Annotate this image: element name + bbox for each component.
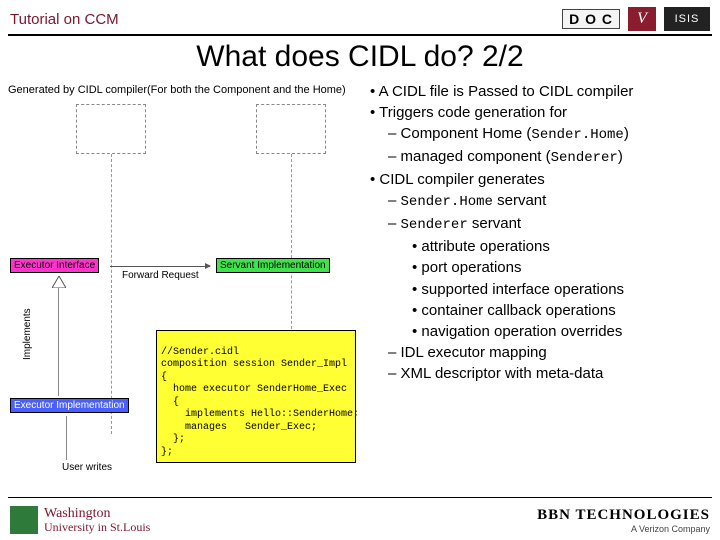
bullet-3b-post: servant: [468, 215, 521, 232]
vanderbilt-logo-icon: V: [628, 7, 656, 31]
bullet-3b4: container callback operations: [366, 301, 712, 320]
wustl-logo: Washington University in St.Louis: [10, 506, 150, 534]
bullet-2a-post: ): [624, 125, 629, 142]
bullet-1: A CIDL file is Passed to CIDL compiler: [366, 82, 712, 101]
bullet-2a-code: Sender.Home: [531, 127, 623, 143]
diagram-region: Generated by CIDL compiler(For both the …: [6, 80, 368, 500]
bullet-3b-code: Senderer: [401, 217, 468, 233]
forward-request-label: Forward Request: [122, 270, 199, 281]
doc-logo-icon: D O C: [562, 9, 620, 29]
generated-label: Generated by CIDL compiler(For both the …: [8, 84, 346, 96]
cidl-line-3: home executor SenderHome_Exec: [161, 384, 347, 395]
cidl-line-1: composition session Sender_Impl: [161, 359, 347, 370]
executor-implementation-box: Executor Implementation: [10, 398, 129, 413]
bullet-3b5: navigation operation overrides: [366, 322, 712, 341]
servant-implementation-box: Servant Implementation: [216, 258, 330, 273]
cidl-line-8: };: [161, 447, 173, 458]
footer-rule: [8, 497, 712, 498]
inheritance-triangle-icon: [52, 276, 66, 288]
bullet-2b-post: ): [618, 148, 623, 165]
bullet-3b3: supported interface operations: [366, 280, 712, 299]
user-writes-line: [66, 416, 67, 460]
executor-interface-box: Executor Interface: [10, 258, 99, 273]
wustl-text: Washington University in St.Louis: [44, 507, 150, 533]
lifeline-right: [291, 154, 292, 334]
isis-logo-icon: ISIS: [664, 7, 710, 31]
bullet-2b: managed component (Senderer): [366, 147, 712, 168]
footer-bar: Washington University in St.Louis BBN TE…: [0, 500, 720, 540]
header-title: Tutorial on CCM: [10, 11, 119, 28]
cidl-snippet-box: //Sender.cidl composition session Sender…: [156, 330, 356, 463]
bullet-2b-code: Senderer: [551, 150, 618, 166]
cidl-line-2: {: [161, 372, 167, 383]
wustl-shield-icon: [10, 506, 38, 534]
header-logos: D O C V ISIS: [562, 7, 710, 31]
inheritance-line: [58, 288, 59, 396]
bullet-3b2: port operations: [366, 258, 712, 277]
wustl-line2: University in St.Louis: [44, 521, 150, 533]
lifeline-left: [111, 154, 112, 434]
cidl-line-4: {: [161, 397, 179, 408]
slide-body: Generated by CIDL compiler(For both the …: [0, 80, 720, 520]
header-bar: Tutorial on CCM D O C V ISIS: [0, 0, 720, 34]
bbn-sub-text: A Verizon Company: [537, 524, 710, 534]
bullet-3: CIDL compiler generates: [366, 170, 712, 189]
bullet-2b-pre: managed component (: [401, 148, 551, 165]
bbn-logo: BBN TECHNOLOGIES A Verizon Company: [537, 507, 710, 534]
cidl-line-0: //Sender.cidl: [161, 347, 239, 358]
bullet-2: Triggers code generation for: [366, 103, 712, 122]
forward-request-arrow-icon: [110, 266, 210, 267]
generated-box-left: [76, 104, 146, 154]
cidl-line-6: manages Sender_Exec;: [161, 422, 317, 433]
bullet-2a-pre: Component Home (: [401, 125, 532, 142]
bullet-3a-code: Sender.Home: [401, 194, 493, 210]
wustl-line1: Washington: [44, 507, 150, 521]
bullet-3a-post: servant: [493, 192, 546, 209]
header-rule: [8, 34, 712, 36]
bbn-main-text: BBN TECHNOLOGIES: [537, 507, 710, 524]
bullet-5: XML descriptor with meta-data: [366, 364, 712, 383]
bullet-3a: Sender.Home servant: [366, 191, 712, 212]
bullet-4: IDL executor mapping: [366, 343, 712, 362]
bullet-2a: Component Home (Sender.Home): [366, 124, 712, 145]
user-writes-label: User writes: [62, 462, 112, 473]
cidl-line-7: };: [161, 434, 185, 445]
cidl-line-5: implements Hello::SenderHome;: [161, 409, 359, 420]
implements-label: Implements: [22, 308, 33, 360]
bullet-3b: Senderer servant: [366, 214, 712, 235]
bullet-list: A CIDL file is Passed to CIDL compiler T…: [366, 82, 712, 386]
page-title: What does CIDL do? 2/2: [0, 40, 720, 74]
generated-box-right: [256, 104, 326, 154]
bullet-3b1: attribute operations: [366, 237, 712, 256]
